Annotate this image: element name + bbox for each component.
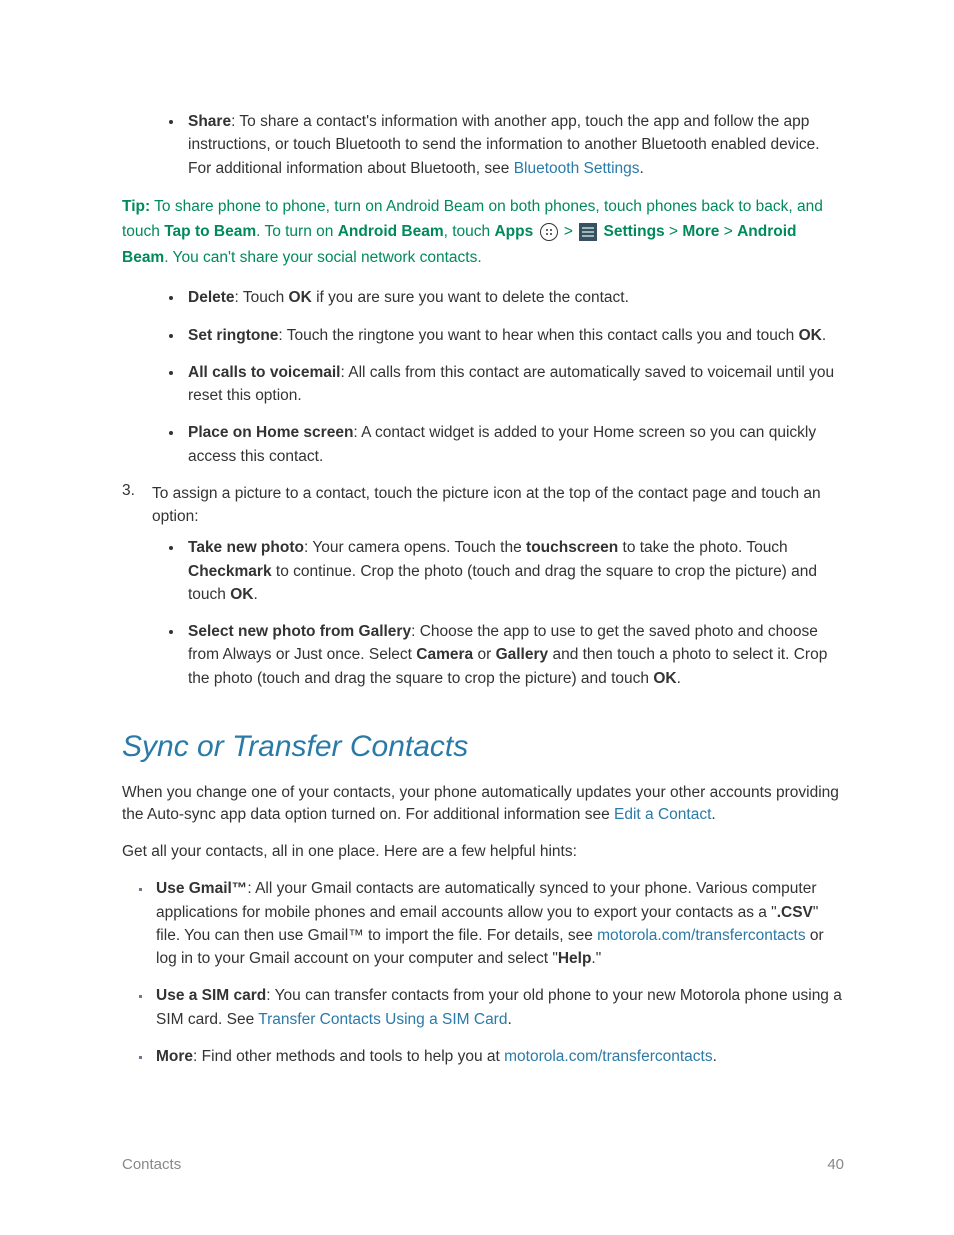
bullet-list-hints: Use Gmail™: All your Gmail contacts are … xyxy=(122,877,844,1068)
list-item: Delete: Touch OK if you are sure you wan… xyxy=(184,286,844,309)
help: Help xyxy=(558,950,592,967)
gt: > xyxy=(665,223,683,240)
list-item: Use a SIM card: You can transfer contact… xyxy=(152,984,844,1031)
link-transfer-contacts-2[interactable]: motorola.com/transfercontacts xyxy=(504,1048,712,1065)
item-label: Set ringtone xyxy=(188,327,278,344)
tail: . xyxy=(677,670,681,687)
android-beam: Android Beam xyxy=(338,223,444,240)
ok: OK xyxy=(230,586,253,603)
page-footer: Contacts 40 xyxy=(122,1156,844,1173)
paragraph-hints-intro: Get all your contacts, all in one place.… xyxy=(122,841,844,863)
item-label: Place on Home screen xyxy=(188,424,353,441)
gt: > xyxy=(719,223,737,240)
document-page: Share: To share a contact's information … xyxy=(0,0,954,1142)
tip-label: Tip: xyxy=(122,198,150,215)
list-item: Place on Home screen: A contact widget i… xyxy=(184,421,844,468)
tail: . xyxy=(713,1048,717,1065)
settings-label: Settings xyxy=(604,223,665,240)
touchscreen: touchscreen xyxy=(526,539,618,556)
seg: : Touch the ringtone you want to hear wh… xyxy=(278,327,798,344)
checkmark: Checkmark xyxy=(188,563,272,580)
list-item: Select new photo from Gallery: Choose th… xyxy=(184,620,844,690)
step-number: 3. xyxy=(122,482,152,529)
tip-block: Tip: To share phone to phone, turn on An… xyxy=(122,194,844,271)
tail: ." xyxy=(591,950,601,967)
link-edit-contact[interactable]: Edit a Contact xyxy=(614,806,711,823)
list-item: Set ringtone: Touch the ringtone you wan… xyxy=(184,324,844,347)
step-text: To assign a picture to a contact, touch … xyxy=(152,482,844,529)
item-label: All calls to voicemail xyxy=(188,364,340,381)
apps-label: Apps xyxy=(494,223,533,240)
bullet-list-photo: Take new photo: Your camera opens. Touch… xyxy=(122,536,844,690)
gallery: Gallery xyxy=(496,646,549,663)
more-label: More xyxy=(682,223,719,240)
item-label: Use a SIM card xyxy=(156,987,266,1004)
tail: . You can't share your social network co… xyxy=(164,249,481,266)
camera: Camera xyxy=(416,646,473,663)
link-bluetooth-settings[interactable]: Bluetooth Settings xyxy=(514,160,640,177)
ok: OK xyxy=(799,327,822,344)
tail: . xyxy=(822,327,826,344)
seg: When you change one of your contacts, yo… xyxy=(122,784,839,823)
bullet-list-options: Delete: Touch OK if you are sure you wan… xyxy=(122,286,844,468)
item-label: More xyxy=(156,1048,193,1065)
item-text: : To share a contact's information with … xyxy=(188,113,820,177)
item-label: Delete xyxy=(188,289,235,306)
tap-to-beam: Tap to Beam xyxy=(164,223,256,240)
tail: . xyxy=(640,160,644,177)
gt: > xyxy=(560,223,578,240)
tail: . xyxy=(507,1011,511,1028)
list-item: Take new photo: Your camera opens. Touch… xyxy=(184,536,844,606)
paragraph-sync-intro: When you change one of your contacts, yo… xyxy=(122,782,844,827)
apps-icon xyxy=(540,223,558,241)
list-item: All calls to voicemail: All calls from t… xyxy=(184,361,844,408)
seg: : Your camera opens. Touch the xyxy=(304,539,526,556)
seg: or xyxy=(473,646,495,663)
link-transfer-contacts[interactable]: motorola.com/transfercontacts xyxy=(597,927,805,944)
ok: OK xyxy=(289,289,312,306)
item-label: Select new photo from Gallery xyxy=(188,623,411,640)
bullet-list-share: Share: To share a contact's information … xyxy=(122,110,844,180)
footer-page-number: 40 xyxy=(827,1156,844,1173)
link-transfer-sim[interactable]: Transfer Contacts Using a SIM Card xyxy=(258,1011,507,1028)
seg: to continue. Crop the photo (touch and d… xyxy=(188,563,817,603)
seg: : Touch xyxy=(235,289,289,306)
seg: if you are sure you want to delete the c… xyxy=(312,289,629,306)
section-heading-sync: Sync or Transfer Contacts xyxy=(122,730,844,764)
seg: : All your Gmail contacts are automatica… xyxy=(156,880,817,920)
list-item: More: Find other methods and tools to he… xyxy=(152,1045,844,1068)
settings-icon xyxy=(579,223,597,241)
tail: . xyxy=(253,586,257,603)
item-label: Take new photo xyxy=(188,539,304,556)
list-item: Use Gmail™: All your Gmail contacts are … xyxy=(152,877,844,970)
seg: , touch xyxy=(444,223,495,240)
seg: to take the photo. Touch xyxy=(618,539,787,556)
item-label: Share xyxy=(188,113,231,130)
ok: OK xyxy=(653,670,676,687)
item-label: Use Gmail™ xyxy=(156,880,247,897)
csv: .CSV xyxy=(777,904,813,921)
seg: : Find other methods and tools to help y… xyxy=(193,1048,504,1065)
seg: . To turn on xyxy=(256,223,338,240)
tail: . xyxy=(711,806,715,823)
ordered-step-3: 3. To assign a picture to a contact, tou… xyxy=(122,482,844,529)
list-item: Share: To share a contact's information … xyxy=(184,110,844,180)
footer-section: Contacts xyxy=(122,1156,181,1173)
